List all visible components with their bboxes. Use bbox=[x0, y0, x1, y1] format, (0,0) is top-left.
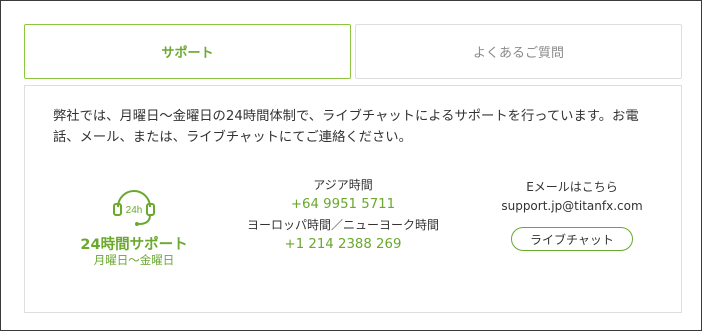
tab-support-label: サポート bbox=[161, 46, 214, 61]
tab-faq[interactable]: よくあるご質問 bbox=[355, 24, 682, 79]
badge-icon-text: 24h bbox=[126, 205, 143, 216]
asia-phone-number[interactable]: +64 9951 5711 bbox=[225, 194, 461, 216]
headset-icon-graphic: 24h bbox=[113, 190, 155, 226]
phone-column: アジア時間 +64 9951 5711 ヨーロッパ時間／ニューヨーク時間 +1 … bbox=[225, 176, 461, 256]
asia-hours-label: アジア時間 bbox=[313, 178, 373, 192]
support-panel: 弊社では、月曜日～金曜日の24時間体制で、ライブチャットによるサポートを行ってい… bbox=[24, 85, 682, 313]
headset-24h-icon: 24h bbox=[111, 182, 157, 228]
tab-support[interactable]: サポート bbox=[24, 24, 351, 79]
tab-faq-label: よくあるご質問 bbox=[472, 46, 564, 61]
intro-text: 弊社では、月曜日～金曜日の24時間体制で、ライブチャットによるサポートを行ってい… bbox=[53, 109, 639, 145]
live-chat-button[interactable]: ライブチャット bbox=[511, 227, 633, 251]
eu-ny-phone-number[interactable]: +1 214 2388 269 bbox=[225, 234, 461, 256]
support-widget: サポート よくあるご質問 弊社では、月曜日～金曜日の24時間体制で、ライブチャッ… bbox=[0, 0, 702, 331]
email-label: Eメールはこちら bbox=[526, 180, 618, 194]
badge-subtitle: 月曜日～金曜日 bbox=[93, 253, 175, 267]
contact-column: Eメールはこちら support.jp@titanfx.com ライブチャット bbox=[479, 178, 665, 251]
eu-ny-hours-label: ヨーロッパ時間／ニューヨーク時間 bbox=[246, 218, 439, 232]
badge-title: 24時間サポート bbox=[80, 237, 188, 253]
email-address[interactable]: support.jp@titanfx.com bbox=[479, 197, 665, 216]
